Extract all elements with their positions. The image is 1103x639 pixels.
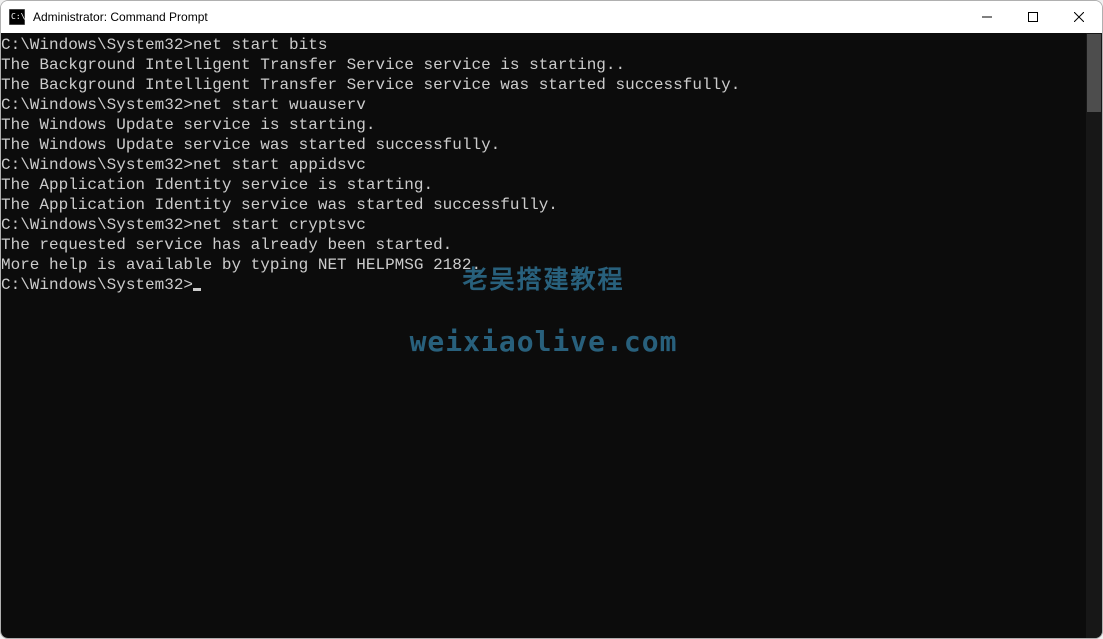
output-line: The requested service has already been s… xyxy=(1,235,1086,255)
prompt-line: C:\Windows\System32>net start appidsvc xyxy=(1,155,1086,175)
output-line: The Windows Update service is starting. xyxy=(1,115,1086,135)
output-line: The Application Identity service is star… xyxy=(1,175,1086,195)
titlebar[interactable]: C:\ Administrator: Command Prompt xyxy=(1,1,1102,33)
window-frame: C:\ Administrator: Command Prompt C:\Win… xyxy=(0,0,1103,639)
cursor xyxy=(193,288,201,291)
output-line: The Application Identity service was sta… xyxy=(1,195,1086,215)
minimize-button[interactable] xyxy=(964,1,1010,33)
cmd-icon: C:\ xyxy=(9,9,25,25)
terminal-area: C:\Windows\System32>net start bitsThe Ba… xyxy=(1,33,1102,638)
window-controls xyxy=(964,1,1102,33)
scrollbar-thumb[interactable] xyxy=(1087,34,1101,112)
terminal-output[interactable]: C:\Windows\System32>net start bitsThe Ba… xyxy=(1,33,1086,638)
output-line: The Background Intelligent Transfer Serv… xyxy=(1,75,1086,95)
output-line: The Background Intelligent Transfer Serv… xyxy=(1,55,1086,75)
close-button[interactable] xyxy=(1056,1,1102,33)
prompt-line: C:\Windows\System32>net start bits xyxy=(1,35,1086,55)
current-prompt-line[interactable]: C:\Windows\System32> xyxy=(1,275,1086,295)
vertical-scrollbar[interactable] xyxy=(1086,33,1102,638)
watermark-line2: weixiaolive.com xyxy=(410,332,678,352)
maximize-button[interactable] xyxy=(1010,1,1056,33)
prompt-line: C:\Windows\System32>net start wuauserv xyxy=(1,95,1086,115)
svg-text:C:\: C:\ xyxy=(11,12,25,21)
window-title: Administrator: Command Prompt xyxy=(33,10,964,24)
prompt-line: C:\Windows\System32>net start cryptsvc xyxy=(1,215,1086,235)
output-line: More help is available by typing NET HEL… xyxy=(1,255,1086,275)
output-line: The Windows Update service was started s… xyxy=(1,135,1086,155)
